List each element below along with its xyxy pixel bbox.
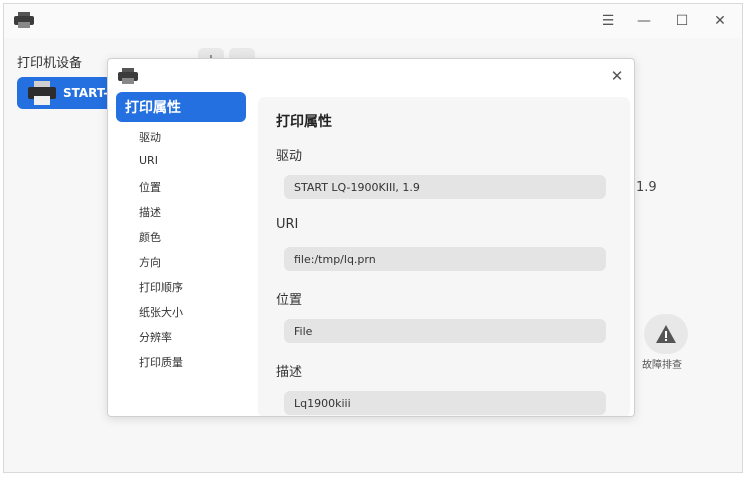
titlebar: ☰ — ☐ ✕ [4,4,742,38]
maximize-button[interactable]: ☐ [670,11,694,31]
printer-icon [14,12,34,28]
nav-item-driver[interactable]: 驱动 [139,129,161,145]
uri-label: URI [276,217,299,232]
description-label: 描述 [276,365,303,380]
nav-item-location[interactable]: 位置 [139,179,161,195]
minimize-button[interactable]: — [632,11,656,31]
nav-item-print-order[interactable]: 打印顺序 [139,279,183,295]
nav-item-color[interactable]: 颜色 [139,229,161,245]
panel-title: 打印机设备 [17,56,83,71]
nav-item-print-properties[interactable]: 打印属性 [116,92,246,122]
content-title: 打印属性 [276,114,332,130]
menu-button[interactable]: ☰ [596,11,620,31]
properties-content: 打印属性 驱动 START LQ-1900KIII, 1.9 URI file:… [258,97,630,416]
description-field[interactable]: Lq1900kiii [284,391,606,415]
troubleshoot-button[interactable] [644,314,688,354]
troubleshoot-label: 故障排查 [642,360,682,371]
close-dialog-button[interactable]: ✕ [607,66,627,86]
printer-icon [28,81,56,105]
location-label: 位置 [276,293,303,308]
warning-icon [656,325,676,343]
driver-field[interactable]: START LQ-1900KIII, 1.9 [284,175,606,199]
driver-version-text: 1.9 [636,180,657,195]
nav-item-resolution[interactable]: 分辨率 [139,329,172,345]
nav-item-uri[interactable]: URI [139,154,158,167]
nav-item-description[interactable]: 描述 [139,204,161,220]
close-window-button[interactable]: ✕ [708,11,732,31]
nav-item-print-quality[interactable]: 打印质量 [139,354,183,370]
driver-label: 驱动 [276,149,303,164]
printer-properties-dialog: ✕ 打印属性 驱动 URI 位置 描述 颜色 方向 打印顺序 纸张大小 分辨率 … [107,58,635,417]
nav-item-paper-size[interactable]: 纸张大小 [139,304,183,320]
location-field[interactable]: File [284,319,606,343]
uri-field[interactable]: file:/tmp/lq.prn [284,247,606,271]
nav-item-orientation[interactable]: 方向 [139,254,161,270]
printer-icon [118,68,138,84]
property-nav: 打印属性 驱动 URI 位置 描述 颜色 方向 打印顺序 纸张大小 分辨率 打印… [108,89,254,416]
